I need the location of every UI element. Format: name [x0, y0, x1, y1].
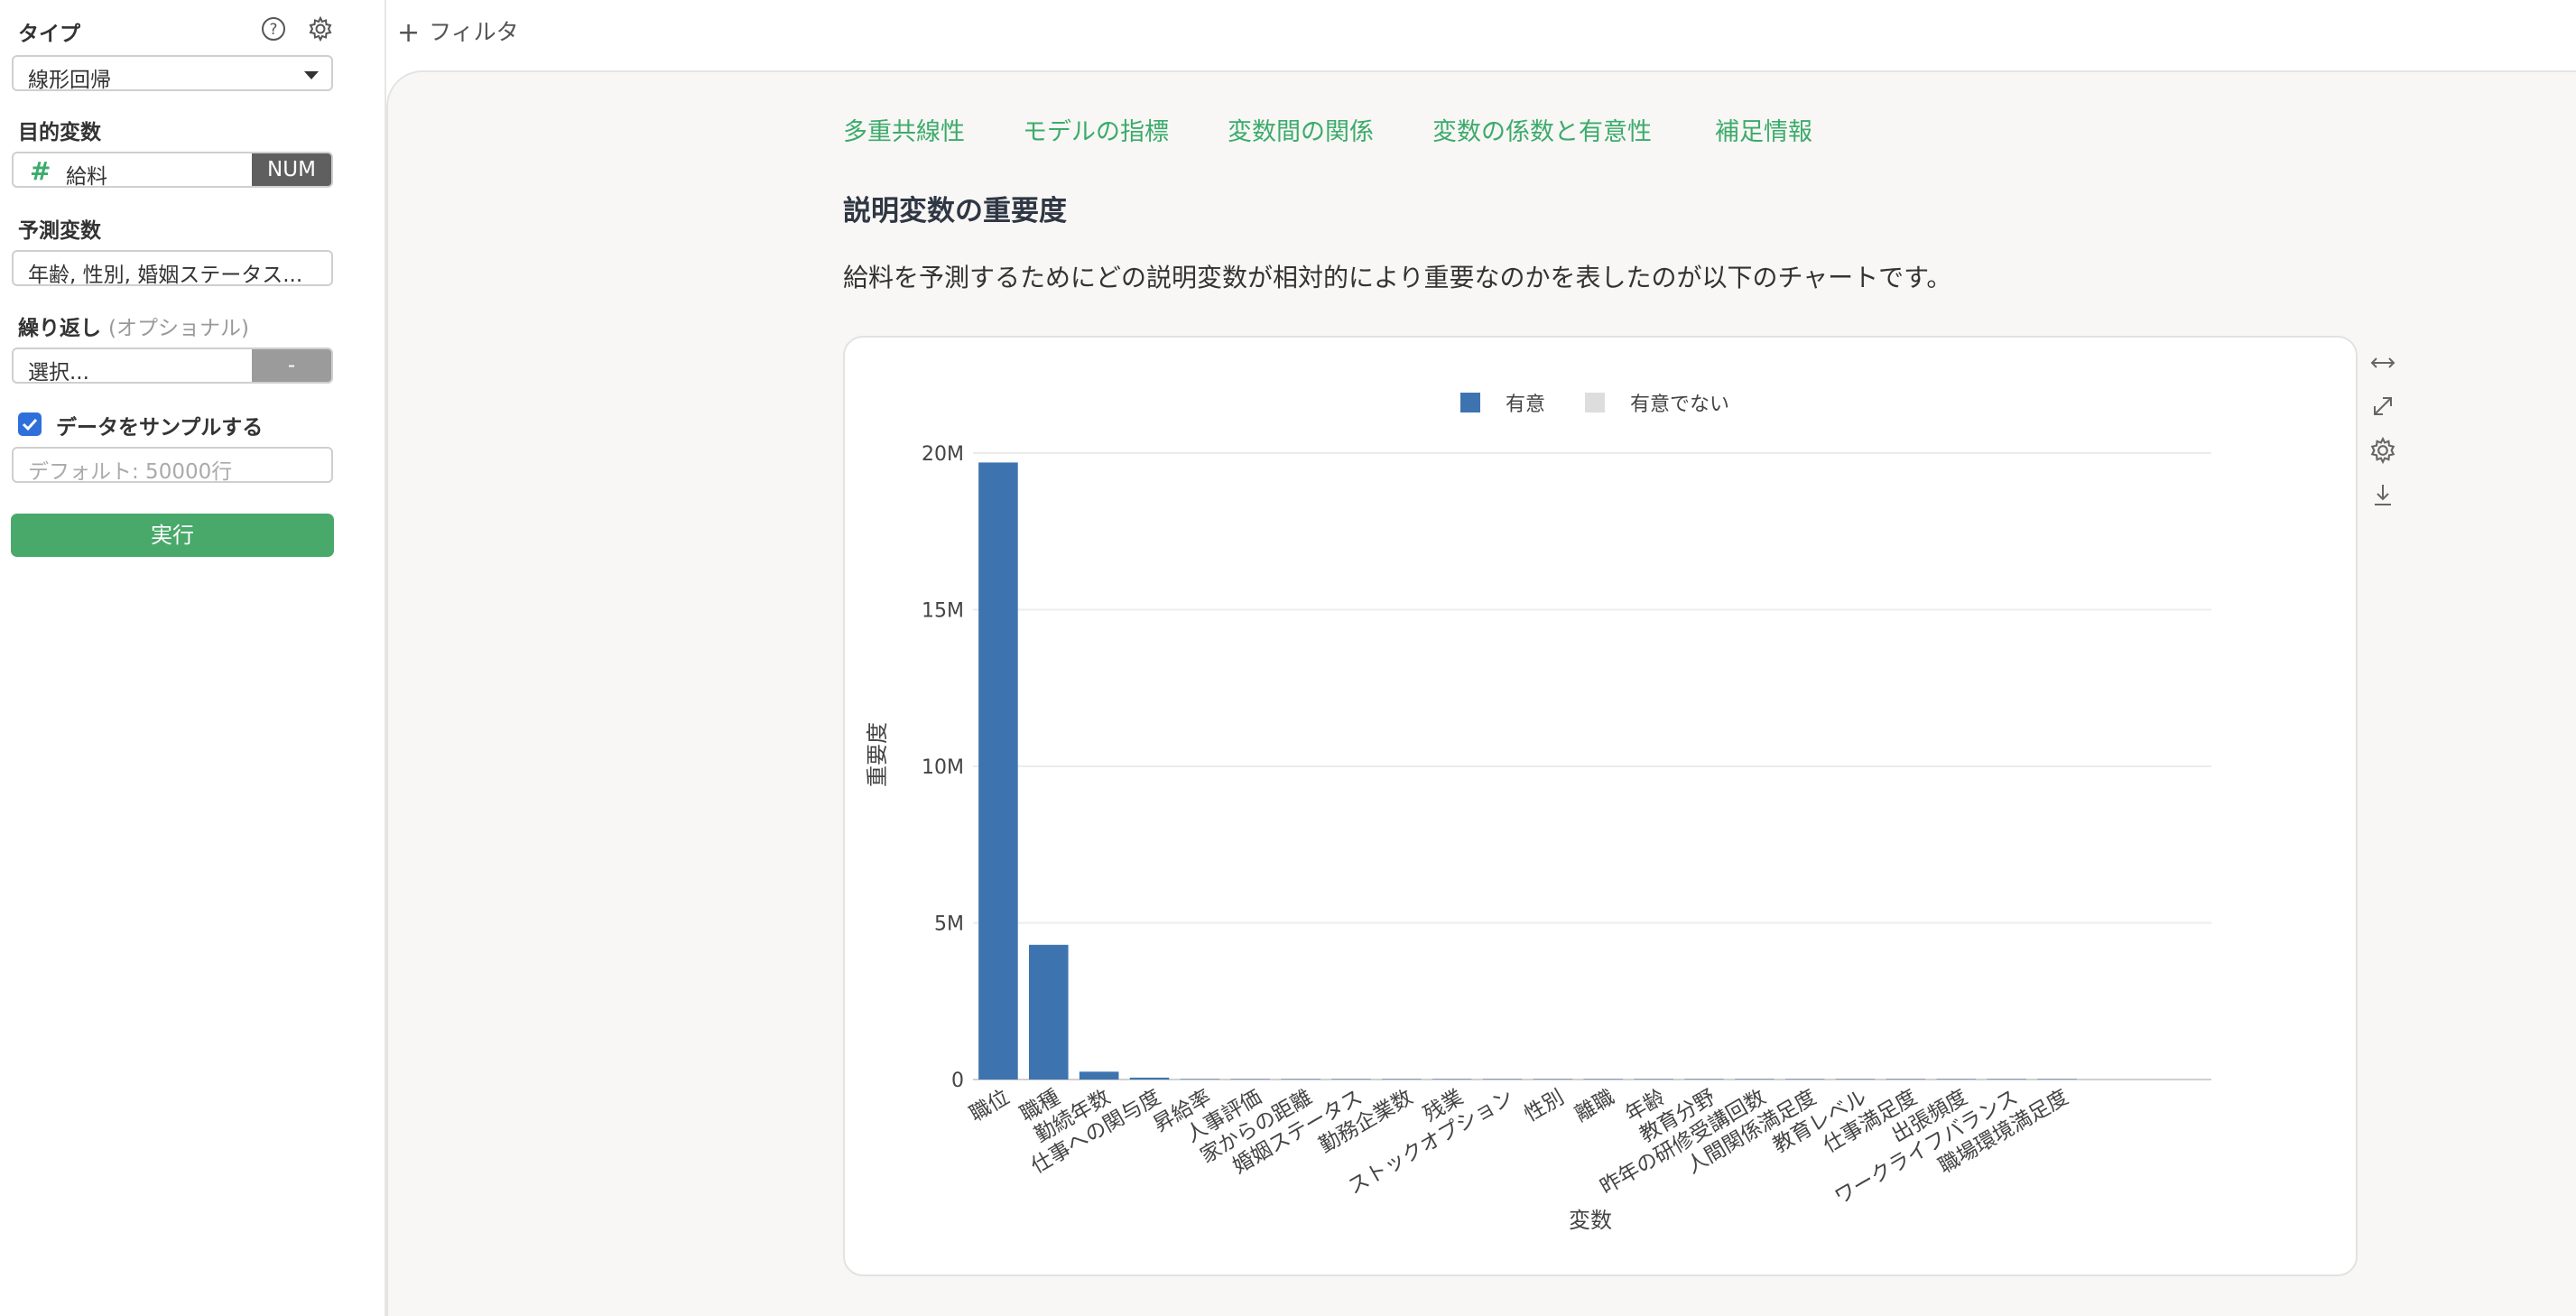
svg-text:?: ? [269, 21, 277, 39]
tab-variable-relationships[interactable]: 変数間の関係 [1228, 112, 1374, 147]
filter-label: フィルタ [429, 19, 519, 45]
help-icon[interactable]: ? [260, 15, 287, 42]
download-icon[interactable] [2368, 480, 2397, 509]
x-tick-label: 離職 [1571, 1086, 1618, 1127]
chart-y-ticks: 0 5M 10M 15M 20M [922, 443, 964, 1092]
repeat-optional-text: (オプショナル) [108, 317, 249, 340]
expand-horizontal-icon[interactable] [2368, 348, 2397, 377]
add-filter-button[interactable]: + フィルタ [397, 14, 519, 49]
chevron-down-icon [304, 71, 319, 79]
y-tick-label: 20M [922, 443, 964, 466]
tab-model-metrics[interactable]: モデルの指標 [1023, 112, 1169, 147]
section-title: 説明変数の重要度 [843, 195, 1067, 227]
chart-settings-gear-icon[interactable] [2368, 436, 2397, 465]
type-label: タイプ [18, 23, 80, 46]
repeat-clear-button[interactable]: - [252, 349, 331, 382]
repeat-select[interactable]: 選択... - [12, 348, 333, 384]
type-badge: NUM [252, 153, 331, 186]
legend-swatch-significant [1460, 393, 1480, 412]
x-tick-label: 職位 [966, 1086, 1014, 1127]
sample-size-input[interactable]: デフォルト: 50000行 [12, 447, 333, 483]
tab-multicollinearity[interactable]: 多重共線性 [843, 112, 965, 147]
chart-bars [978, 462, 2077, 1080]
tab-coefficients-significance[interactable]: 変数の係数と有意性 [1432, 112, 1652, 147]
bar[interactable] [1129, 1077, 1170, 1080]
predictor-label: 予測変数 [18, 219, 101, 243]
section-description: 給料を予測するためにどの説明変数が相対的により重要なのかを表したのが以下のチャー… [843, 263, 1952, 292]
chart-card: 0 5M 10M 15M 20M 職位 職種 勤続年数 仕事への関与度 昇給率 人事評価 家からの距… [843, 336, 2358, 1276]
repeat-label-text: 繰り返し [18, 317, 101, 340]
y-tick-label: 0 [951, 1070, 964, 1092]
y-tick-label: 15M [922, 600, 964, 623]
bar[interactable] [978, 462, 1018, 1080]
tab-supplementary-info[interactable]: 補足情報 [1715, 112, 1812, 147]
type-select-value: 線形回帰 [28, 69, 111, 91]
predictor-variables-value: 年齢, 性別, 婚姻ステータス... [28, 264, 303, 286]
fullscreen-icon[interactable] [2368, 392, 2397, 421]
bar[interactable] [1079, 1071, 1119, 1080]
settings-gear-icon[interactable] [307, 15, 334, 42]
y-tick-label: 5M [934, 913, 964, 936]
target-variable-value: 給料 [66, 165, 107, 188]
plus-icon: + [397, 17, 421, 49]
target-label: 目的変数 [18, 121, 101, 144]
type-select[interactable]: 線形回帰 [12, 55, 333, 91]
x-tick-label: 性別 [1521, 1086, 1569, 1127]
legend-swatch-not-significant [1585, 393, 1605, 412]
chart-x-ticks: 職位 職種勤続年数仕事への関与度昇給率人事評価家からの距離婚姻ステータス勤務企業数… [966, 1086, 2072, 1209]
predictor-variables-field[interactable]: 年齢, 性別, 婚姻ステータス... [12, 250, 333, 286]
chart-grid [973, 452, 2211, 1080]
legend-label-significant: 有意 [1506, 394, 1545, 416]
x-axis-title: 変数 [1569, 1208, 1612, 1233]
sample-size-placeholder: デフォルト: 50000行 [28, 460, 233, 483]
legend-label-not-significant: 有意でない [1630, 394, 1729, 416]
sample-checkbox[interactable] [18, 412, 42, 436]
repeat-label: 繰り返し (オプショナル) [18, 310, 249, 341]
run-button[interactable]: 実行 [11, 514, 334, 557]
y-tick-label: 10M [922, 756, 964, 779]
sample-checkbox-label: データをサンプルする [56, 416, 264, 440]
target-variable-field[interactable]: # 給料 NUM [12, 152, 333, 188]
checkmark-icon [22, 418, 38, 431]
bar[interactable] [1180, 1079, 1220, 1080]
repeat-select-value: 選択... [28, 361, 89, 384]
y-axis-title: 重要度 [865, 722, 890, 787]
sidebar: タイプ ? 線形回帰 目的変数 # 給料 NUM 予測変数 年齢, 性別, 婚姻… [0, 0, 386, 1316]
importance-bar-chart: 0 5M 10M 15M 20M 職位 職種勤続年数仕事への関与度昇給率人事評価家からの距… [865, 393, 2211, 1233]
numeric-hash-icon: # [30, 156, 51, 186]
bar[interactable] [1029, 944, 1069, 1080]
